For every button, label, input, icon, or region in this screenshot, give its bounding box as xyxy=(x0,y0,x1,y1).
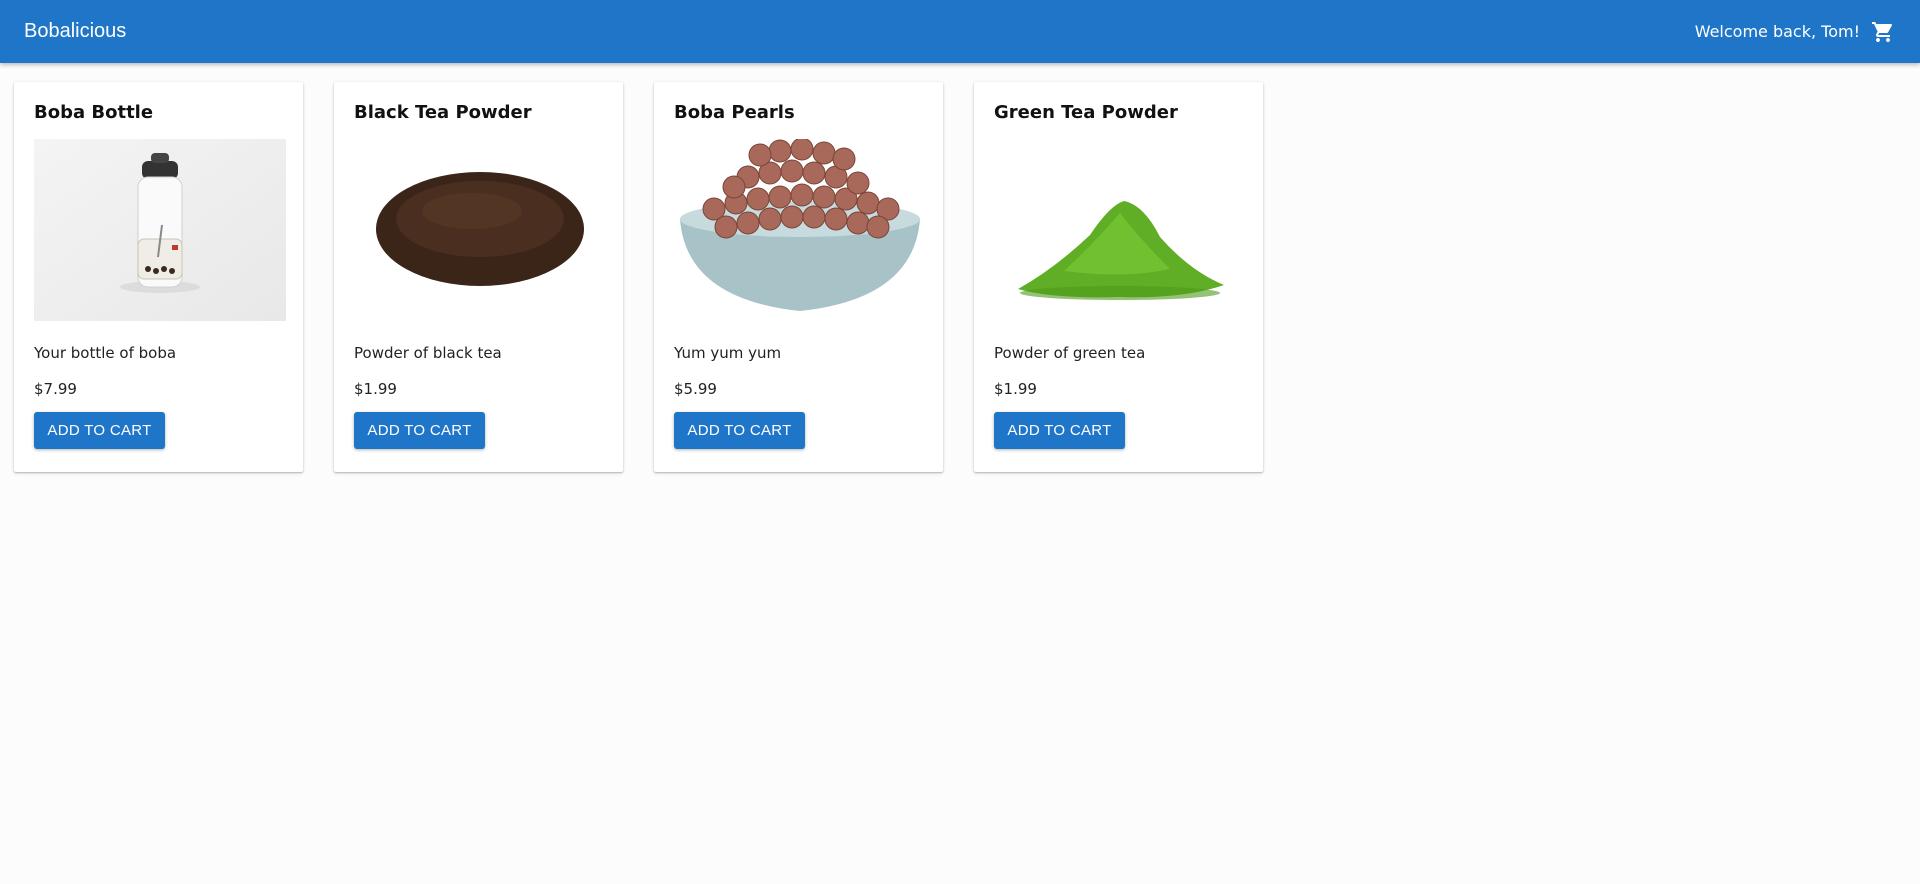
shopping-cart-icon[interactable] xyxy=(1870,19,1896,45)
product-description: Yum yum yum xyxy=(674,344,782,362)
add-to-cart-button[interactable]: ADD TO CART xyxy=(994,412,1125,449)
product-card-black-tea-powder: Black Tea Powder Powder of black tea $1.… xyxy=(334,82,623,472)
appbar-right: Welcome back, Tom! xyxy=(1695,19,1896,45)
welcome-message: Welcome back, Tom! xyxy=(1694,22,1860,41)
product-title: Green Tea Powder xyxy=(994,102,1178,123)
app-bar: Bobalicious Welcome back, Tom! xyxy=(0,0,1920,63)
product-description: Your bottle of boba xyxy=(34,344,177,362)
add-to-cart-button[interactable]: ADD TO CART xyxy=(674,412,805,449)
product-card-green-tea-powder: Green Tea Powder Powder of green tea $1.… xyxy=(974,82,1263,472)
product-title: Boba Bottle xyxy=(34,102,154,123)
add-to-cart-button[interactable]: ADD TO CART xyxy=(34,412,165,449)
brand-title[interactable]: Bobalicious xyxy=(24,20,126,43)
product-price: $1.99 xyxy=(354,380,397,398)
product-title: Boba Pearls xyxy=(674,102,795,123)
product-description: Powder of black tea xyxy=(354,344,502,362)
boba-bottle-image xyxy=(34,139,286,321)
product-card-boba-bottle: Boba Bottle Your bottle of boba $7.99 AD… xyxy=(14,82,303,472)
product-card-boba-pearls: Boba Pearls Yum yum yum $5.99 ADD TO CAR… xyxy=(654,82,943,472)
boba-pearls-image xyxy=(674,139,926,321)
product-price: $5.99 xyxy=(674,380,717,398)
product-title: Black Tea Powder xyxy=(354,102,532,123)
add-to-cart-button[interactable]: ADD TO CART xyxy=(354,412,485,449)
product-price: $7.99 xyxy=(34,380,77,398)
green-tea-powder-image xyxy=(994,139,1246,321)
product-description: Powder of green tea xyxy=(994,344,1146,362)
product-price: $1.99 xyxy=(994,380,1037,398)
black-tea-powder-image xyxy=(354,139,606,321)
